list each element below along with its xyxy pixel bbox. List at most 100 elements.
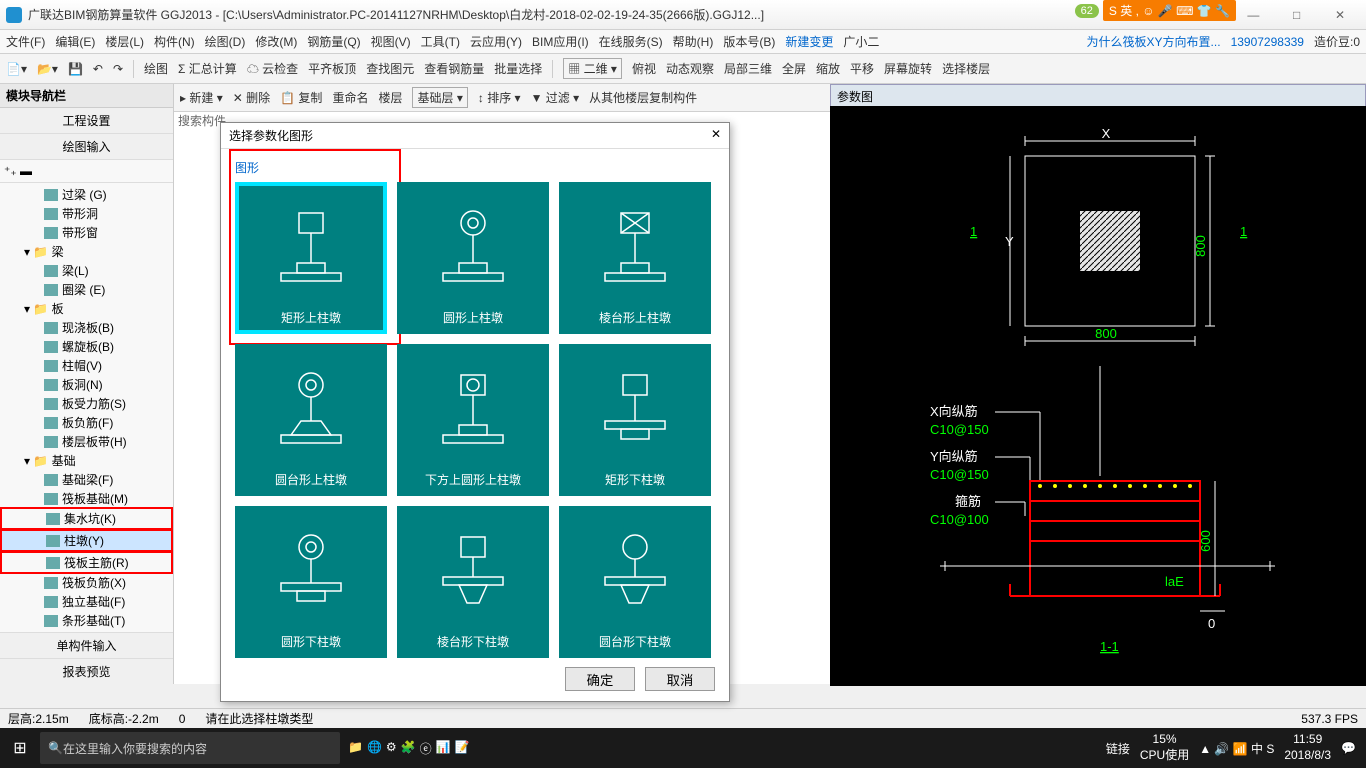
menu-edit[interactable]: 编辑(E) [55,33,95,50]
tree-node[interactable]: 楼层板带(H) [0,432,173,451]
tree-node[interactable]: 带形洞 [0,204,173,223]
fullscreen-button[interactable]: 全屏 [782,60,806,77]
menu-floor[interactable]: 楼层(L) [105,33,144,50]
shape-card[interactable]: 矩形下柱墩 [559,344,711,496]
shape-card[interactable]: 圆台形上柱墩 [235,344,387,496]
help-link[interactable]: 为什么筏板XY方向布置... [1087,33,1221,50]
delete-button[interactable]: ✕ 删除 [233,89,270,106]
tree-node[interactable]: 柱帽(V) [0,356,173,375]
align-top-button[interactable]: 平齐板顶 [308,60,356,77]
top-view-button[interactable]: 俯视 [632,60,656,77]
zoom-button[interactable]: 缩放 [816,60,840,77]
draw-button[interactable]: 绘图 [144,60,168,77]
pan-button[interactable]: 平移 [850,60,874,77]
search-input[interactable]: 搜索构件 [178,112,226,129]
tree-node[interactable]: ▾ 📁 基础 [0,451,173,470]
taskbar[interactable]: ⊞ 🔍 在这里输入你要搜索的内容 📁🌐⚙🧩ⓔ📊📝 链接 15%CPU使用 ▲ 🔊… [0,728,1366,768]
local-3d-button[interactable]: 局部三维 [724,60,772,77]
copy-from-floor-button[interactable]: 从其他楼层复制构件 [589,89,697,106]
menu-online[interactable]: 在线服务(S) [599,33,663,50]
save-icon[interactable]: 💾 [68,62,83,76]
menu-rebar[interactable]: 钢筋量(Q) [307,33,360,50]
menu-bim[interactable]: BIM应用(I) [532,33,589,50]
shape-card[interactable]: 棱台形上柱墩 [559,182,711,334]
tree-node[interactable]: ▾ 📁 板 [0,299,173,318]
nav-tab-single[interactable]: 单构件输入 [0,632,173,658]
filter-button[interactable]: ▼ 过滤 ▾ [531,89,580,106]
start-button[interactable]: ⊞ [0,738,40,758]
tree-node[interactable]: 集水坑(K) [2,509,171,528]
tree-node[interactable]: 筏板主筋(R) [2,553,171,572]
nav-tab-report[interactable]: 报表预览 [0,658,173,684]
shape-card[interactable]: 矩形上柱墩 [235,182,387,334]
dialog-close-button[interactable]: ✕ [711,127,721,144]
floor-dropdown[interactable]: 楼层 [378,89,402,106]
basefloor-dropdown[interactable]: 基础层 ▾ [412,87,467,108]
new-icon[interactable]: 📄▾ [6,62,27,76]
tree-node[interactable]: 基础梁(F) [0,470,173,489]
tree-node[interactable]: 筏板负筋(X) [0,573,173,592]
shape-card[interactable]: 下方上圆形上柱墩 [397,344,549,496]
tree-node[interactable]: 圈梁 (E) [0,280,173,299]
select-floor-button[interactable]: 选择楼层 [942,60,990,77]
shape-dialog: 选择参数化图形 ✕ 图形 矩形上柱墩圆形上柱墩棱台形上柱墩圆台形上柱墩下方上圆形… [220,122,730,702]
ok-button[interactable]: 确定 [565,667,635,691]
notification-badge[interactable]: 62 [1075,4,1099,18]
close-button[interactable]: ✕ [1320,8,1360,22]
tree-node[interactable]: 梁(L) [0,261,173,280]
tree-node[interactable]: 现浇板(B) [0,318,173,337]
rename-button[interactable]: 重命名 [332,89,368,106]
open-icon[interactable]: 📂▾ [37,62,58,76]
window-title: 广联达BIM钢筋算量软件 GGJ2013 - [C:\Users\Adminis… [28,6,764,23]
rotate-screen-button[interactable]: 屏幕旋转 [884,60,932,77]
orbit-button[interactable]: 动态观察 [666,60,714,77]
nav-tab-draw[interactable]: 绘图输入 [0,134,173,160]
shape-card[interactable]: 圆台形下柱墩 [559,506,711,658]
tree-node[interactable]: 独立基础(F) [0,592,173,611]
menu-cloud[interactable]: 云应用(Y) [470,33,522,50]
tree-node[interactable]: ▾ 📁 梁 [0,242,173,261]
cancel-button[interactable]: 取消 [645,667,715,691]
tree-node[interactable]: 条形基础(T) [0,611,173,630]
svg-text:1: 1 [1240,224,1247,239]
sort-button[interactable]: ↕ 排序 ▾ [478,89,521,106]
batch-select-button[interactable]: 批量选择 [494,60,542,77]
tree-node[interactable]: 板洞(N) [0,375,173,394]
maximize-button[interactable]: □ [1277,8,1317,22]
tree-node[interactable]: 螺旋板(B) [0,337,173,356]
taskbar-apps[interactable]: 📁🌐⚙🧩ⓔ📊📝 [340,740,1096,757]
nav-tree[interactable]: 过梁 (G)带形洞带形窗▾ 📁 梁梁(L)圈梁 (E)▾ 📁 板现浇板(B)螺旋… [0,183,173,632]
menu-version[interactable]: 版本号(B) [723,33,775,50]
minimize-button[interactable]: — [1233,8,1273,22]
copy-button[interactable]: 📋 复制 [280,89,322,106]
view-mode-dropdown[interactable]: ▦ 二维 ▾ [563,58,622,79]
nav-tab-project[interactable]: 工程设置 [0,108,173,134]
redo-icon[interactable]: ↷ [113,62,123,76]
menu-tools[interactable]: 工具(T) [421,33,460,50]
tree-node[interactable]: 柱墩(Y) [2,531,171,550]
menu-component[interactable]: 构件(N) [154,33,195,50]
menu-file[interactable]: 文件(F) [6,33,45,50]
view-rebar-button[interactable]: 查看钢筋量 [424,60,484,77]
shape-card[interactable]: 圆形上柱墩 [397,182,549,334]
menu-draw[interactable]: 绘图(D) [205,33,246,50]
undo-icon[interactable]: ↶ [93,62,103,76]
tree-node[interactable]: 板负筋(F) [0,413,173,432]
new-component-button[interactable]: ▸ 新建 ▾ [180,89,223,106]
ime-bar[interactable]: S 英 , ☺ 🎤 ⌨ 👕 🔧 [1103,0,1236,21]
tree-node[interactable]: 板受力筋(S) [0,394,173,413]
find-entity-button[interactable]: 查找图元 [366,60,414,77]
menu-view[interactable]: 视图(V) [371,33,411,50]
menu-modify[interactable]: 修改(M) [255,33,297,50]
new-change-button[interactable]: 新建变更 [785,33,833,50]
tree-node[interactable]: 筏板基础(M) [0,489,173,508]
sum-button[interactable]: Σ 汇总计算 [178,60,237,77]
shape-card[interactable]: 圆形下柱墩 [235,506,387,658]
system-tray[interactable]: 链接 15%CPU使用 ▲ 🔊 📶 中 S 11:592018/8/3 💬 [1096,732,1366,763]
cloud-check-button[interactable]: ☁ 云检查 [247,60,298,77]
menu-help[interactable]: 帮助(H) [673,33,714,50]
taskbar-search[interactable]: 🔍 在这里输入你要搜索的内容 [40,732,340,764]
tree-node[interactable]: 过梁 (G) [0,185,173,204]
shape-card[interactable]: 棱台形下柱墩 [397,506,549,658]
tree-node[interactable]: 带形窗 [0,223,173,242]
